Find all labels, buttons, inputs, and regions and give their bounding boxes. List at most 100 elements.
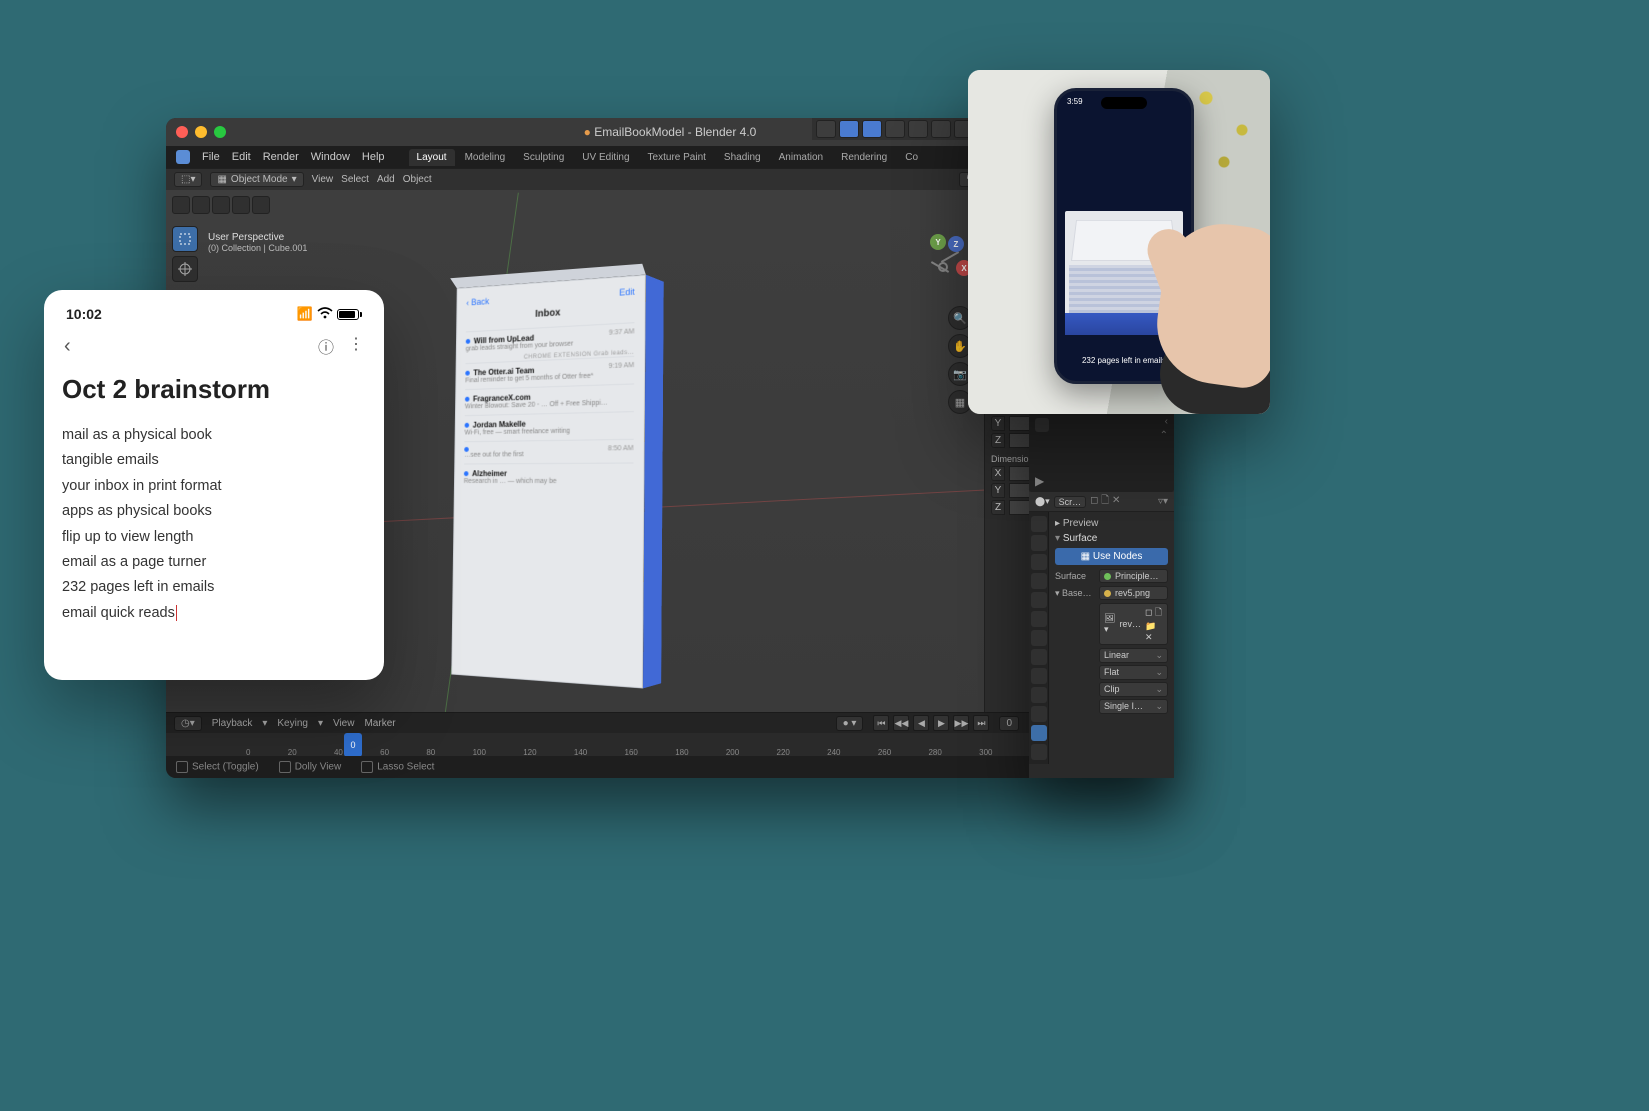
mail-inbox-title: Inbox [466, 303, 635, 324]
mode-dropdown[interactable]: ▦ Object Mode ▾ [210, 172, 303, 187]
back-button[interactable]: ‹ [64, 335, 71, 358]
tab-animation[interactable]: Animation [771, 149, 831, 166]
box-select-tool-icon[interactable] [172, 226, 198, 252]
ar-photo: 3:59 232 pages left in emails [968, 70, 1270, 414]
mail-back-link[interactable]: ‹ Back [466, 296, 489, 307]
info-icon[interactable]: ⓘ [318, 334, 334, 358]
header-select[interactable]: Select [341, 174, 369, 185]
tab-compositing[interactable]: Co [897, 149, 926, 166]
xray-icon[interactable] [862, 120, 882, 138]
world-tab-icon[interactable] [1031, 592, 1047, 608]
timeline-marker[interactable]: Marker [364, 718, 395, 729]
select-invert-icon[interactable] [252, 196, 270, 214]
image-selector[interactable]: 🖼▾ rev… ◻ 🗋 📁 ✕ [1099, 603, 1168, 645]
chevron-up-icon[interactable]: ⌃ [1160, 430, 1168, 441]
timeline-playback[interactable]: Playback [212, 718, 253, 729]
book-spine-face [643, 275, 664, 689]
prev-key-icon[interactable]: ◀◀ [893, 715, 909, 731]
timeline-ruler[interactable]: 0204060801001201401601802002202402602803… [166, 733, 1174, 757]
preview-section[interactable]: ▸ Preview [1055, 518, 1168, 529]
wire-shade-icon[interactable] [885, 120, 905, 138]
chevron-left-icon[interactable]: ‹ [1165, 416, 1168, 427]
mouse-icon [176, 761, 188, 773]
projection-dropdown[interactable]: Flat [1099, 665, 1168, 680]
header-view[interactable]: View [312, 174, 334, 185]
more-icon[interactable]: ⋮ [348, 334, 364, 358]
render-preview-icon[interactable] [1035, 418, 1049, 432]
data-tab-icon[interactable] [1031, 706, 1047, 722]
status-time: 10:02 [66, 306, 102, 322]
menu-help[interactable]: Help [362, 151, 385, 163]
tab-uvediting[interactable]: UV Editing [574, 149, 637, 166]
surface-section[interactable]: Surface [1055, 533, 1168, 544]
menu-edit[interactable]: Edit [232, 151, 251, 163]
image-node-icon [1104, 590, 1111, 597]
select-set-icon[interactable] [172, 196, 190, 214]
gizmo-y-icon[interactable]: Y [930, 234, 946, 250]
menu-file[interactable]: File [202, 151, 220, 163]
timeline-editor-dropdown[interactable]: ◷▾ [174, 716, 202, 731]
play-icon[interactable]: ▶ [933, 715, 949, 731]
jump-start-icon[interactable]: ⏮ [873, 715, 889, 731]
source-dropdown[interactable]: Single I… [1099, 699, 1168, 714]
render-tab-icon[interactable] [1031, 516, 1047, 532]
cursor-tool-icon[interactable] [172, 256, 198, 282]
current-frame-field[interactable]: 0 [999, 716, 1019, 731]
next-key-icon[interactable]: ▶▶ [953, 715, 969, 731]
jump-end-icon[interactable]: ⏭ [973, 715, 989, 731]
nav-gizmo[interactable]: Y Z X [912, 234, 972, 294]
use-nodes-button[interactable]: ▦ Use Nodes [1055, 548, 1168, 565]
surface-shader-dropdown[interactable]: Principle… [1099, 569, 1168, 583]
autokey-icon[interactable]: ● ▾ [836, 716, 864, 731]
header-object[interactable]: Object [403, 174, 432, 185]
note-line: flip up to view length [62, 525, 366, 550]
base-color-dropdown[interactable]: rev5.png [1099, 586, 1168, 600]
playhead[interactable]: 0 [344, 733, 362, 757]
tab-layout[interactable]: Layout [409, 149, 455, 166]
solid-shade-icon[interactable] [908, 120, 928, 138]
tab-modeling[interactable]: Modeling [457, 149, 514, 166]
overlay-toggle-icon[interactable] [839, 120, 859, 138]
menu-window[interactable]: Window [311, 151, 350, 163]
tab-sculpting[interactable]: Sculpting [515, 149, 572, 166]
editor-type-dropdown[interactable]: ⬚▾ [174, 172, 202, 187]
material-selector[interactable]: ⬤▾Scr…◻ 🗋 ✕▿▾ [1029, 492, 1174, 512]
timeline-keying[interactable]: Keying [277, 718, 308, 729]
menu-render[interactable]: Render [263, 151, 299, 163]
tab-rendering[interactable]: Rendering [833, 149, 895, 166]
material-tab-icon[interactable] [1031, 725, 1047, 741]
matpreview-shade-icon[interactable] [931, 120, 951, 138]
modifiers-tab-icon[interactable] [1031, 630, 1047, 646]
texture-tab-icon[interactable] [1031, 744, 1047, 760]
constraints-tab-icon[interactable] [1031, 687, 1047, 703]
properties-tabs [1029, 512, 1049, 764]
physics-tab-icon[interactable] [1031, 668, 1047, 684]
select-intersect-icon[interactable] [232, 196, 250, 214]
tab-shading[interactable]: Shading [716, 149, 769, 166]
book-object[interactable]: ‹ BackEdit Inbox 9:37 AMWill from UpLead… [446, 280, 646, 680]
cellular-icon: 📶 [297, 306, 313, 322]
output-tab-icon[interactable] [1031, 535, 1047, 551]
notes-card: 10:02 📶 ‹ ⓘ⋮ Oct 2 brainstorm mail as a … [44, 290, 384, 680]
gizmo-z-icon[interactable]: Z [948, 236, 964, 252]
tab-texturepaint[interactable]: Texture Paint [640, 149, 714, 166]
gizmo-toggle-icon[interactable] [816, 120, 836, 138]
mail-edit-link[interactable]: Edit [619, 287, 635, 298]
header-add[interactable]: Add [377, 174, 395, 185]
note-body[interactable]: mail as a physical book tangible emails … [62, 423, 366, 626]
select-extend-icon[interactable] [192, 196, 210, 214]
select-subtract-icon[interactable] [212, 196, 230, 214]
play-preview-icon[interactable]: ▶ [1035, 474, 1044, 488]
preview-area: ‹ ⌃ ▶ [1029, 412, 1174, 492]
object-tab-icon[interactable] [1031, 611, 1047, 627]
particles-tab-icon[interactable] [1031, 649, 1047, 665]
scene-tab-icon[interactable] [1031, 573, 1047, 589]
viewlayer-tab-icon[interactable] [1031, 554, 1047, 570]
interpolation-dropdown[interactable]: Linear [1099, 648, 1168, 663]
extension-dropdown[interactable]: Clip [1099, 682, 1168, 697]
play-rev-icon[interactable]: ◀ [913, 715, 929, 731]
timeline-view[interactable]: View [333, 718, 355, 729]
book-front-face: ‹ BackEdit Inbox 9:37 AMWill from UpLead… [451, 275, 646, 689]
blender-logo-icon[interactable] [176, 150, 190, 164]
hand [1130, 184, 1270, 384]
